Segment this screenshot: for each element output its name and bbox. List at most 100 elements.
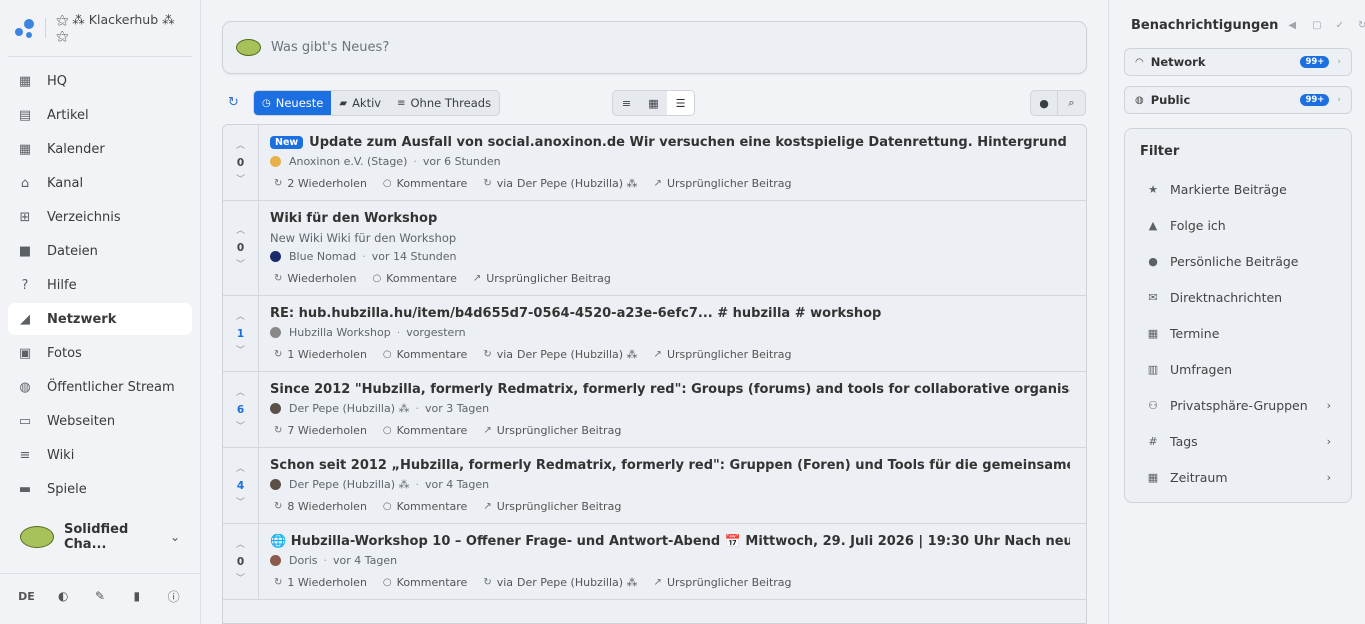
downvote-icon[interactable]: ﹀ — [236, 422, 245, 432]
post-time[interactable]: vor 14 Stunden — [372, 250, 457, 263]
downvote-icon[interactable]: ﹀ — [236, 574, 245, 584]
grid-view-icon[interactable]: ▦ — [640, 91, 667, 115]
post-title[interactable]: Schon seit 2012 „Hubzilla, formerly Redm… — [270, 458, 1070, 473]
repeat-button[interactable]: ↻ 1 Wiederholen — [274, 348, 367, 361]
profile-switcher[interactable]: Solidfied Cha... ⌄ — [8, 519, 192, 555]
original-post-link[interactable]: ↗ Ursprünglicher Beitrag — [654, 576, 792, 589]
sidebar-item-netzwerk[interactable]: ◢ Netzwerk — [8, 303, 192, 335]
compact-view-icon[interactable]: ≡ — [613, 91, 640, 115]
filter-item-termine[interactable]: ▦ Termine — [1125, 315, 1351, 351]
person-filter-icon[interactable]: ● — [1031, 91, 1058, 115]
site-title[interactable]: ⚝ ⁂ Klackerhub ⁂ ⚝ — [56, 12, 186, 44]
tab-aktiv[interactable]: ▰ Aktiv — [331, 91, 389, 115]
sidebar-item-kanal[interactable]: ⌂ Kanal — [8, 167, 192, 199]
sidebar-item-spiele[interactable]: ▬ Spiele — [8, 473, 192, 505]
filter-item-tags[interactable]: # Tags › — [1125, 423, 1351, 459]
info-icon[interactable]: ⓘ — [163, 588, 185, 605]
repeat-button[interactable]: ↻ Wiederholen — [274, 272, 356, 285]
refresh-notifications-icon[interactable]: ↻ — [1358, 20, 1365, 31]
post-time[interactable]: vor 4 Tagen — [425, 478, 489, 491]
post-title[interactable]: Wiki für den Workshop — [270, 211, 1070, 226]
post-composer[interactable]: Was gibt's Neues? — [222, 21, 1087, 74]
check-all-icon[interactable]: ✓ — [1336, 20, 1344, 31]
sidebar-item-öffentlicher-stream[interactable]: ◍ Öffentlicher Stream — [8, 371, 192, 403]
author-avatar[interactable] — [270, 327, 281, 338]
filter-item-privatsphäre-gruppen[interactable]: ⚇ Privatsphäre-Gruppen › — [1125, 387, 1351, 423]
upvote-icon[interactable]: ︿ — [236, 540, 245, 550]
downvote-icon[interactable]: ﹀ — [236, 260, 245, 270]
via-link[interactable]: ↻ via Der Pepe (Hubzilla) ⁂ — [483, 576, 637, 589]
post-time[interactable]: vor 3 Tagen — [425, 402, 489, 415]
sidebar-item-verzeichnis[interactable]: ⊞ Verzeichnis — [8, 201, 192, 233]
pencil-icon[interactable]: ✎ — [89, 589, 111, 603]
author-name[interactable]: Hubzilla Workshop — [289, 326, 391, 339]
via-link[interactable]: ↻ via Der Pepe (Hubzilla) ⁂ — [483, 348, 637, 361]
comment-icon[interactable]: ▢ — [1312, 20, 1321, 31]
sidebar-item-hilfe[interactable]: ? Hilfe — [8, 269, 192, 301]
author-avatar[interactable] — [270, 403, 281, 414]
megaphone-icon[interactable]: ◀ — [1288, 20, 1296, 31]
filter-item-direktnachrichten[interactable]: ✉ Direktnachrichten — [1125, 279, 1351, 315]
comments-button[interactable]: ○ Kommentare — [383, 177, 467, 190]
post-time[interactable]: vor 6 Stunden — [423, 155, 501, 168]
author-avatar[interactable] — [270, 156, 281, 167]
tab-ohne-threads[interactable]: ≡ Ohne Threads — [389, 91, 499, 115]
author-avatar[interactable] — [270, 555, 281, 566]
sidebar-item-hq[interactable]: ▦ HQ — [8, 65, 192, 97]
author-avatar[interactable] — [270, 251, 281, 262]
upvote-icon[interactable]: ︿ — [236, 388, 245, 398]
upvote-icon[interactable]: ︿ — [236, 464, 245, 474]
refresh-icon[interactable]: ↻ — [228, 95, 239, 110]
hubzilla-logo-icon[interactable] — [14, 17, 35, 39]
palette-icon[interactable]: ◐ — [52, 589, 74, 603]
comments-button[interactable]: ○ Kommentare — [372, 272, 456, 285]
sidebar-item-fotos[interactable]: ▣ Fotos — [8, 337, 192, 369]
post-title[interactable]: RE: hub.hubzilla.hu/item/b4d655d7-0564-4… — [270, 306, 1070, 321]
author-name[interactable]: Anoxinon e.V. (Stage) — [289, 155, 407, 168]
sidebar-item-artikel[interactable]: ▤ Artikel — [8, 99, 192, 131]
author-name[interactable]: Der Pepe (Hubzilla) ⁂ — [289, 478, 410, 491]
help-book-icon[interactable]: ▮ — [126, 589, 148, 603]
downvote-icon[interactable]: ﹀ — [236, 346, 245, 356]
author-avatar[interactable] — [270, 479, 281, 490]
post-time[interactable]: vorgestern — [406, 326, 465, 339]
original-post-link[interactable]: ↗ Ursprünglicher Beitrag — [483, 500, 621, 513]
search-icon[interactable]: ⌕ — [1058, 91, 1085, 115]
original-post-link[interactable]: ↗ Ursprünglicher Beitrag — [654, 177, 792, 190]
filter-item-umfragen[interactable]: ▥ Umfragen — [1125, 351, 1351, 387]
upvote-icon[interactable]: ︿ — [236, 312, 245, 322]
list-view-icon[interactable]: ☰ — [667, 91, 694, 115]
upvote-icon[interactable]: ︿ — [236, 226, 245, 236]
upvote-icon[interactable]: ︿ — [236, 141, 245, 151]
filter-item-zeitraum[interactable]: ▦ Zeitraum › — [1125, 459, 1351, 495]
filter-item-persönliche-beiträge[interactable]: ● Persönliche Beiträge — [1125, 243, 1351, 279]
notification-network[interactable]: ◠ Network 99+ › — [1124, 48, 1352, 76]
post-title[interactable]: New Update zum Ausfall von social.anoxino… — [270, 135, 1070, 150]
author-name[interactable]: Blue Nomad — [289, 250, 356, 263]
language-button[interactable]: DE — [15, 590, 37, 603]
sidebar-item-webseiten[interactable]: ▭ Webseiten — [8, 405, 192, 437]
filter-item-folge-ich[interactable]: ▲ Folge ich — [1125, 207, 1351, 243]
author-name[interactable]: Doris — [289, 554, 318, 567]
notification-public[interactable]: ◍ Public 99+ › — [1124, 86, 1352, 114]
comments-button[interactable]: ○ Kommentare — [383, 500, 467, 513]
repeat-button[interactable]: ↻ 8 Wiederholen — [274, 500, 367, 513]
tab-neueste[interactable]: ◷ Neueste — [254, 91, 332, 115]
sidebar-item-dateien[interactable]: ■ Dateien — [8, 235, 192, 267]
via-link[interactable]: ↻ via Der Pepe (Hubzilla) ⁂ — [483, 177, 637, 190]
sidebar-item-wiki[interactable]: ≡ Wiki — [8, 439, 192, 471]
repeat-button[interactable]: ↻ 7 Wiederholen — [274, 424, 367, 437]
sidebar-item-kalender[interactable]: ▦ Kalender — [8, 133, 192, 165]
post-title[interactable]: Since 2012 "Hubzilla, formerly Redmatrix… — [270, 382, 1070, 397]
original-post-link[interactable]: ↗ Ursprünglicher Beitrag — [654, 348, 792, 361]
repeat-button[interactable]: ↻ 1 Wiederholen — [274, 576, 367, 589]
comments-button[interactable]: ○ Kommentare — [383, 348, 467, 361]
original-post-link[interactable]: ↗ Ursprünglicher Beitrag — [473, 272, 611, 285]
filter-item-markierte-beiträge[interactable]: ★ Markierte Beiträge — [1125, 171, 1351, 207]
author-name[interactable]: Der Pepe (Hubzilla) ⁂ — [289, 402, 410, 415]
post-time[interactable]: vor 4 Tagen — [333, 554, 397, 567]
original-post-link[interactable]: ↗ Ursprünglicher Beitrag — [483, 424, 621, 437]
post-title[interactable]: 🌐 Hubzilla-Workshop 10 – Offener Frage- … — [270, 534, 1070, 549]
repeat-button[interactable]: ↻ 2 Wiederholen — [274, 177, 367, 190]
comments-button[interactable]: ○ Kommentare — [383, 576, 467, 589]
